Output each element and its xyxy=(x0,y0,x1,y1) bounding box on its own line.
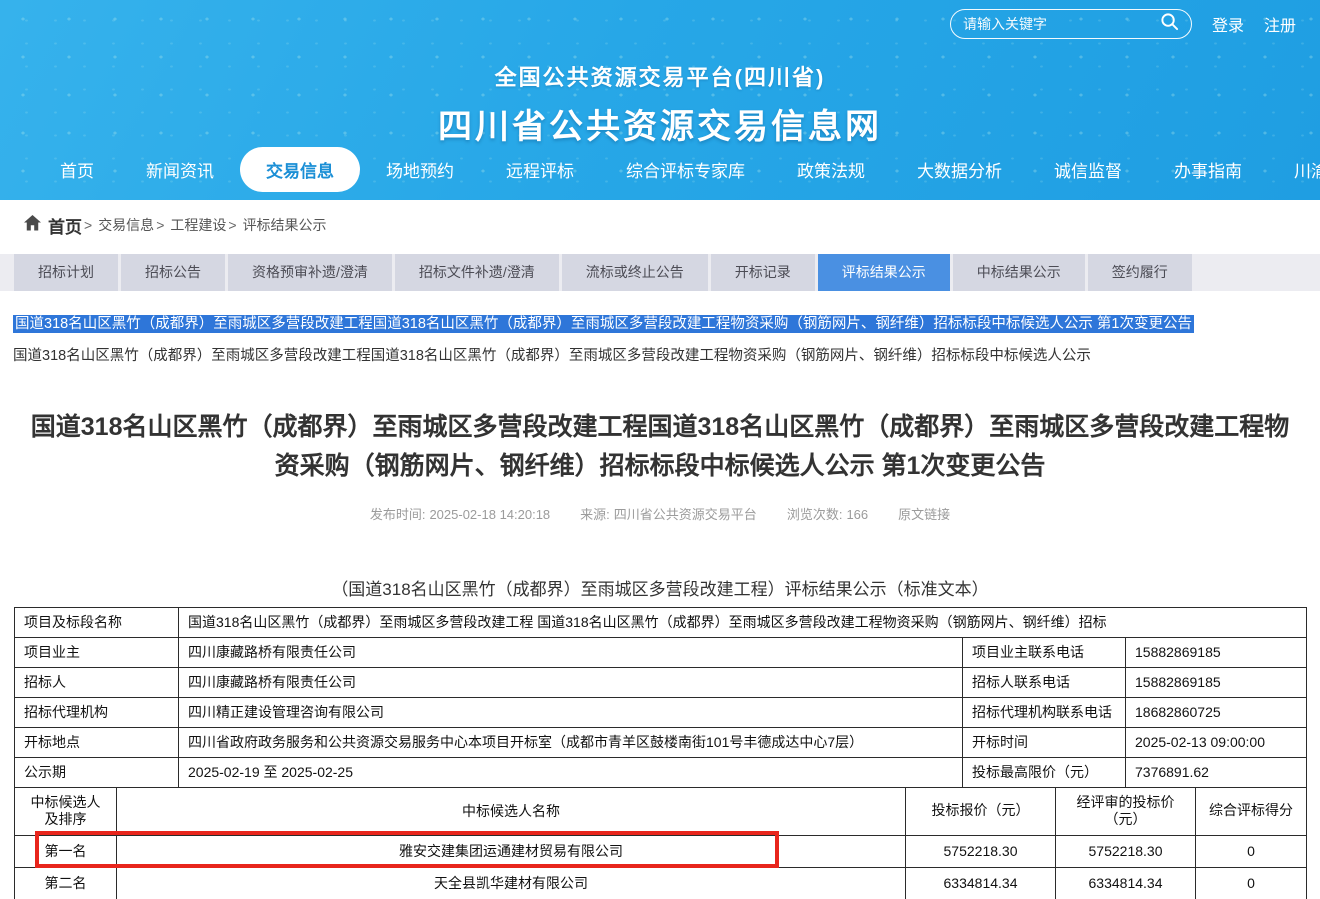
view-count: 浏览次数:166 xyxy=(787,504,868,523)
row-value: 2025-02-13 09:00:00 xyxy=(1126,727,1307,757)
home-icon xyxy=(24,215,41,236)
category-tabs: 招标计划 招标公告 资格预审补遗/澄清 招标文件补遗/澄清 流标或终止公告 开标… xyxy=(0,254,1320,291)
table-row: 招标代理机构 四川精正建设管理咨询有限公司 招标代理机构联系电话 1868286… xyxy=(15,697,1307,727)
platform-title: 全国公共资源交易平台(四川省) xyxy=(0,60,1320,92)
article-meta: 发布时间:2025-02-18 14:20:18 来源:四川省公共资源交易平台 … xyxy=(0,504,1320,523)
nav-item-news[interactable]: 新闻资讯 xyxy=(120,147,240,192)
site-title: 四川省公共资源交易信息网 xyxy=(0,99,1320,148)
topbar: 登录 注册 xyxy=(950,9,1296,39)
candidate-row-second: 第二名 天全县凯华建材有限公司 6334814.34 6334814.34 0 xyxy=(15,867,1307,899)
tab-bid-doc-supplement[interactable]: 招标文件补遗/澄清 xyxy=(395,254,559,291)
table-caption: （国道318名山区黑竹（成都界）至雨城区多营段改建工程）评标结果公示（标准文本） xyxy=(0,575,1320,600)
nav-item-venue-booking[interactable]: 场地预约 xyxy=(360,147,480,192)
search-icon[interactable] xyxy=(1160,12,1179,36)
breadcrumb-evaluation-result[interactable]: 评标结果公示 xyxy=(243,215,327,235)
tab-bid-announcement[interactable]: 招标公告 xyxy=(121,254,225,291)
tab-award-result[interactable]: 中标结果公示 xyxy=(953,254,1085,291)
tab-contract-performance[interactable]: 签约履行 xyxy=(1088,254,1192,291)
page-title: 国道318名山区黑竹（成都界）至雨城区多营段改建工程国道318名山区黑竹（成都界… xyxy=(24,408,1296,486)
row-value: 四川精正建设管理咨询有限公司 xyxy=(179,697,963,727)
row-value: 18682860725 xyxy=(1126,697,1307,727)
row-value: 四川康藏路桥有限责任公司 xyxy=(179,667,963,697)
candidate-score: 0 xyxy=(1196,867,1307,899)
row-label: 招标人 xyxy=(15,667,179,697)
column-header-rank: 中标候选人及排序 xyxy=(15,787,117,835)
row-label: 招标代理机构联系电话 xyxy=(963,697,1126,727)
nav-item-trade-info[interactable]: 交易信息 xyxy=(240,147,360,192)
register-link[interactable]: 注册 xyxy=(1264,12,1296,36)
row-value: 15882869185 xyxy=(1126,667,1307,697)
nav-item-integrity-supervision[interactable]: 诚信监督 xyxy=(1028,147,1148,192)
list-item-selected[interactable]: 国道318名山区黑竹（成都界）至雨城区多营段改建工程国道318名山区黑竹（成都界… xyxy=(13,314,1320,335)
candidate-rank: 第一名 xyxy=(15,835,117,867)
column-header-score: 综合评标得分 xyxy=(1196,787,1307,835)
tab-bid-plan[interactable]: 招标计划 xyxy=(14,254,118,291)
nav-item-policy[interactable]: 政策法规 xyxy=(771,147,891,192)
nav-item-expert-database[interactable]: 综合评标专家库 xyxy=(600,147,771,192)
nav-item-service-guide[interactable]: 办事指南 xyxy=(1148,147,1268,192)
row-label: 招标人联系电话 xyxy=(963,667,1126,697)
search-box[interactable] xyxy=(950,9,1192,39)
column-header-name: 中标候选人名称 xyxy=(117,787,906,835)
candidate-score: 0 xyxy=(1196,835,1307,867)
row-value: 四川省政府政务服务和公共资源交易服务中心本项目开标室（成都市青羊区鼓楼南街101… xyxy=(179,727,963,757)
announcement-list: 国道318名山区黑竹（成都界）至雨城区多营段改建工程国道318名山区黑竹（成都界… xyxy=(0,291,1320,367)
tab-termination-notice[interactable]: 流标或终止公告 xyxy=(562,254,708,291)
candidate-reviewed-bid: 5752218.30 xyxy=(1056,835,1196,867)
login-link[interactable]: 登录 xyxy=(1212,12,1244,36)
breadcrumb-engineering[interactable]: 工程建设 xyxy=(170,215,226,235)
breadcrumb: 首页 > 交易信息 > 工程建设 > 评标结果公示 xyxy=(0,200,1320,250)
candidates-header-row: 中标候选人及排序 中标候选人名称 投标报价（元） 经评审的投标价（元） 综合评标… xyxy=(15,787,1307,835)
table-row: 项目业主 四川康藏路桥有限责任公司 项目业主联系电话 15882869185 xyxy=(15,637,1307,667)
nav-item-chuanyu-zone[interactable]: 川渝共享专区 xyxy=(1268,147,1320,192)
row-label: 公示期 xyxy=(15,757,179,787)
candidate-reviewed-bid: 6334814.34 xyxy=(1056,867,1196,899)
row-label: 项目业主联系电话 xyxy=(963,637,1126,667)
tab-prequalification-supplement[interactable]: 资格预审补遗/澄清 xyxy=(228,254,392,291)
candidate-name: 天全县凯华建材有限公司 xyxy=(117,867,906,899)
row-value: 7376891.62 xyxy=(1126,757,1307,787)
nav-item-big-data[interactable]: 大数据分析 xyxy=(891,147,1028,192)
candidate-rank: 第二名 xyxy=(15,867,117,899)
table-row: 开标地点 四川省政府政务服务和公共资源交易服务中心本项目开标室（成都市青羊区鼓楼… xyxy=(15,727,1307,757)
main-nav: 首页 新闻资讯 交易信息 场地预约 远程评标 综合评标专家库 政策法规 大数据分… xyxy=(0,147,1320,192)
breadcrumb-trade-info[interactable]: 交易信息 xyxy=(98,215,154,235)
candidate-bid: 6334814.34 xyxy=(906,867,1056,899)
row-value: 四川康藏路桥有限责任公司 xyxy=(179,637,963,667)
column-header-reviewed-bid: 经评审的投标价（元） xyxy=(1056,787,1196,835)
row-value: 2025-02-19 至 2025-02-25 xyxy=(179,757,963,787)
search-input[interactable] xyxy=(963,16,1160,32)
row-label: 项目业主 xyxy=(15,637,179,667)
candidate-bid: 5752218.30 xyxy=(906,835,1056,867)
row-label: 项目及标段名称 xyxy=(15,607,179,637)
publish-time: 发布时间:2025-02-18 14:20:18 xyxy=(370,504,550,523)
tab-bid-opening-record[interactable]: 开标记录 xyxy=(711,254,815,291)
table-row: 项目及标段名称 国道318名山区黑竹（成都界）至雨城区多营段改建工程 国道318… xyxy=(15,607,1307,637)
breadcrumb-home[interactable]: 首页 xyxy=(24,213,82,238)
row-label: 开标地点 xyxy=(15,727,179,757)
column-header-bid: 投标报价（元） xyxy=(906,787,1056,835)
evaluation-result-table: 项目及标段名称 国道318名山区黑竹（成都界）至雨城区多营段改建工程 国道318… xyxy=(14,607,1306,899)
candidate-row-first: 第一名 雅安交建集团运通建材贸易有限公司 5752218.30 5752218.… xyxy=(15,835,1307,867)
row-label: 招标代理机构 xyxy=(15,697,179,727)
row-value: 15882869185 xyxy=(1126,637,1307,667)
site-header: 登录 注册 全国公共资源交易平台(四川省) 四川省公共资源交易信息网 首页 新闻… xyxy=(0,0,1320,200)
list-item[interactable]: 国道318名山区黑竹（成都界）至雨城区多营段改建工程国道318名山区黑竹（成都界… xyxy=(13,346,1320,367)
candidate-name: 雅安交建集团运通建材贸易有限公司 xyxy=(117,835,906,867)
tab-evaluation-result[interactable]: 评标结果公示 xyxy=(818,254,950,291)
original-link[interactable]: 原文链接 xyxy=(898,504,950,523)
breadcrumb-separator: > xyxy=(156,217,164,233)
row-label: 投标最高限价（元） xyxy=(963,757,1126,787)
source: 来源:四川省公共资源交易平台 xyxy=(580,504,757,523)
table-row: 公示期 2025-02-19 至 2025-02-25 投标最高限价（元） 73… xyxy=(15,757,1307,787)
nav-item-home[interactable]: 首页 xyxy=(34,147,120,192)
breadcrumb-separator: > xyxy=(228,217,236,233)
row-value: 国道318名山区黑竹（成都界）至雨城区多营段改建工程 国道318名山区黑竹（成都… xyxy=(179,607,1307,637)
breadcrumb-separator: > xyxy=(84,217,92,233)
nav-item-remote-evaluation[interactable]: 远程评标 xyxy=(480,147,600,192)
row-label: 开标时间 xyxy=(963,727,1126,757)
table-row: 招标人 四川康藏路桥有限责任公司 招标人联系电话 15882869185 xyxy=(15,667,1307,697)
